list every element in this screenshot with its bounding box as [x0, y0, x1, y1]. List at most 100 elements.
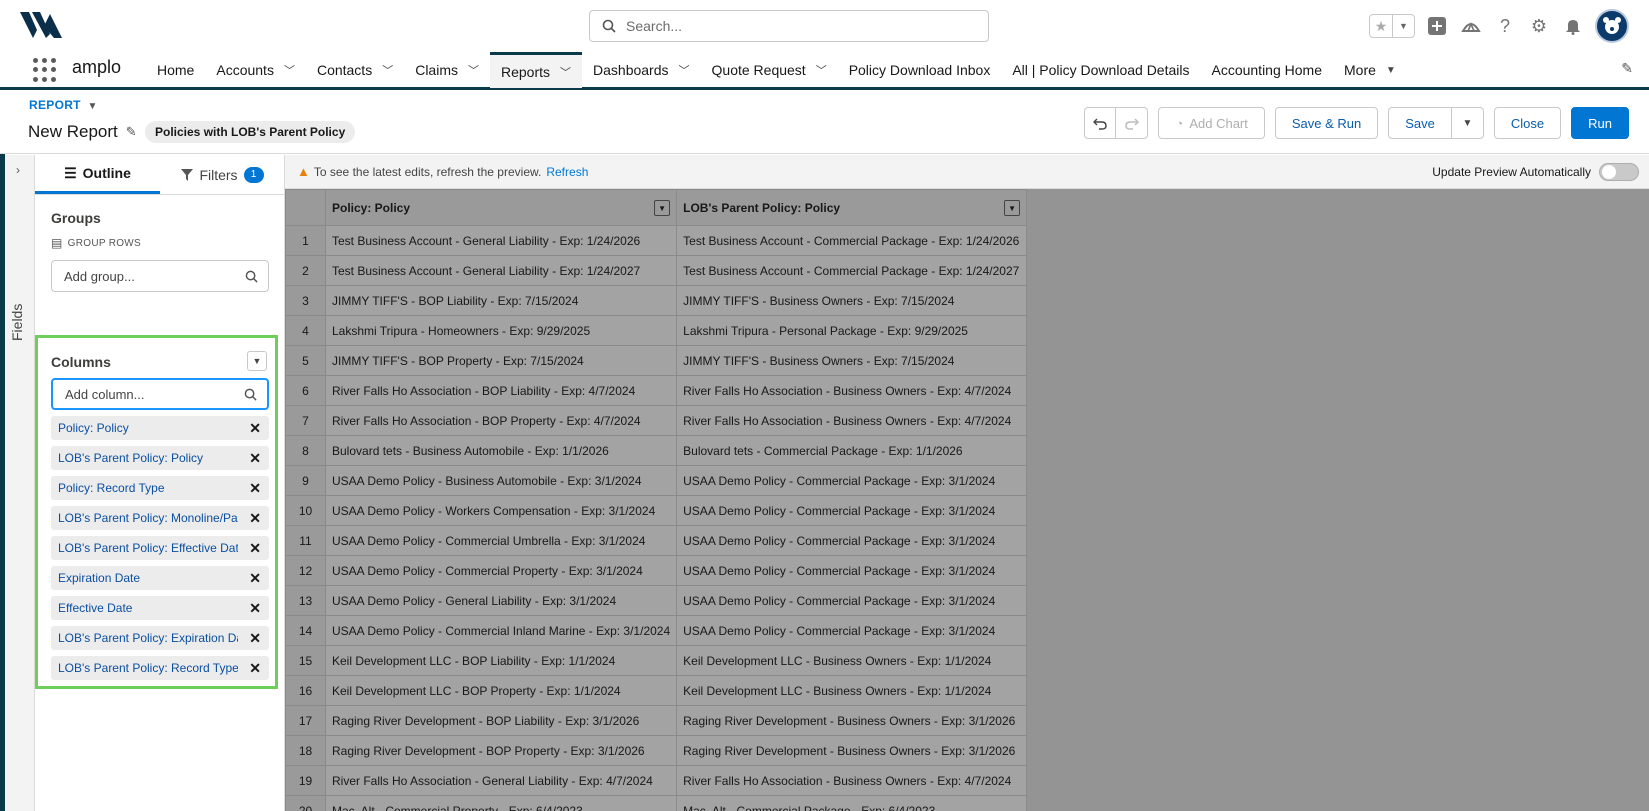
nav-item-policy-download-details[interactable]: All | Policy Download Details	[1001, 52, 1200, 88]
nav-item-claims[interactable]: Claims ﹀	[404, 52, 490, 88]
add-chart-button[interactable]: ◔ Add Chart	[1158, 107, 1265, 139]
save-menu-button[interactable]: ▼	[1451, 107, 1484, 139]
nav-item-quote-request[interactable]: Quote Request ﹀	[701, 52, 838, 88]
save-group: Save ▼	[1388, 107, 1484, 139]
favorites-menu-icon[interactable]: ▼	[1392, 15, 1414, 37]
table-body: 1 Test Business Account - General Liabili…	[285, 225, 1028, 811]
row-number: 17	[285, 705, 326, 736]
tab-outline[interactable]: ☰ Outline	[35, 155, 160, 194]
app-name: amplo	[72, 57, 122, 77]
column-pill[interactable]: Policy: Record Type ✕	[51, 476, 269, 500]
fields-rail[interactable]: › Fields	[5, 155, 35, 811]
table-cell: River Falls Ho Association - Business Ow…	[676, 765, 1028, 796]
gear-icon[interactable]: ⚙	[1527, 14, 1551, 38]
table-cell: Raging River Development - Business Owne…	[676, 705, 1028, 736]
filters-count-badge: 1	[243, 166, 264, 183]
table-row: 8 Bulovard tets - Business Automobile - E…	[285, 435, 1028, 466]
close-icon[interactable]: ✕	[249, 510, 261, 527]
fields-rail-label: Fields	[9, 303, 25, 341]
add-icon[interactable]	[1425, 14, 1449, 38]
favorites-group[interactable]: ★ ▼	[1369, 14, 1415, 38]
close-icon[interactable]: ✕	[249, 450, 261, 467]
pencil-icon[interactable]: ✎	[126, 124, 137, 140]
pencil-icon[interactable]: ✎	[1621, 60, 1633, 77]
chevron-down-icon[interactable]: ﹀	[382, 62, 393, 78]
nav-item-accounts[interactable]: Accounts ﹀	[205, 52, 306, 88]
caret-down-icon[interactable]: ▼	[1386, 65, 1396, 76]
report-eyebrow[interactable]: REPORT ▼	[29, 98, 98, 112]
table-cell: USAA Demo Policy - Commercial Package - …	[676, 615, 1028, 646]
close-icon[interactable]: ✕	[249, 630, 261, 647]
global-search-input[interactable]: Search...	[589, 10, 989, 42]
column-pill[interactable]: Expiration Date ✕	[51, 566, 269, 590]
table-cell: River Falls Ho Association - Business Ow…	[676, 405, 1028, 436]
help-icon[interactable]: ?	[1493, 14, 1517, 38]
chevron-down-icon[interactable]: ﹀	[816, 62, 827, 78]
chevron-down-icon[interactable]: ﹀	[679, 62, 690, 78]
nav-item-label: Claims	[415, 62, 458, 78]
close-icon[interactable]: ✕	[249, 570, 261, 587]
close-icon[interactable]: ✕	[249, 600, 261, 617]
column-header[interactable]: LOB's Parent Policy: Policy ▼	[676, 189, 1028, 226]
save-button[interactable]: Save	[1388, 107, 1452, 139]
nav-items: Home Accounts ﹀ Contacts ﹀ Claims ﹀ Reports…	[146, 52, 1407, 88]
column-pill[interactable]: LOB's Parent Policy: Monoline/Package ✕	[51, 506, 269, 530]
app-launcher-icon[interactable]	[33, 58, 57, 82]
nav-item-accounting-home[interactable]: Accounting Home	[1200, 52, 1333, 88]
bell-icon[interactable]	[1561, 14, 1585, 38]
chevron-down-icon[interactable]: ﹀	[560, 64, 571, 80]
nav-item-policy-download-inbox[interactable]: Policy Download Inbox	[838, 52, 1002, 88]
column-header[interactable]: Policy: Policy ▼	[324, 189, 678, 226]
column-pill[interactable]: LOB's Parent Policy: Policy ✕	[51, 446, 269, 470]
table-cell: Lakshmi Tripura - Homeowners - Exp: 9/29…	[324, 315, 678, 346]
table-row: 2 Test Business Account - General Liabili…	[285, 255, 1028, 286]
chevron-right-icon[interactable]: ›	[16, 163, 20, 177]
tab-filters[interactable]: Filters 1	[160, 155, 285, 194]
row-number: 15	[285, 645, 326, 676]
run-button[interactable]: Run	[1571, 107, 1629, 139]
table-cell: USAA Demo Policy - Commercial Property -…	[324, 555, 678, 586]
auto-update-toggle[interactable]	[1599, 163, 1639, 181]
column-pill[interactable]: LOB's Parent Policy: Effective Date ✕	[51, 536, 269, 560]
close-icon[interactable]: ✕	[249, 420, 261, 437]
nav-item-contacts[interactable]: Contacts ﹀	[306, 52, 404, 88]
column-pill[interactable]: Policy: Policy ✕	[51, 416, 269, 440]
nav-item-home[interactable]: Home	[146, 52, 205, 88]
trailhead-icon[interactable]	[1459, 14, 1483, 38]
column-pill[interactable]: Effective Date ✕	[51, 596, 269, 620]
row-number: 7	[285, 405, 326, 436]
nav-item-more[interactable]: More ▼	[1333, 52, 1407, 88]
avatar[interactable]	[1595, 9, 1629, 43]
report-title-text: New Report	[28, 122, 118, 141]
close-icon[interactable]: ✕	[249, 540, 261, 557]
logo-icon[interactable]	[20, 10, 62, 40]
row-number: 6	[285, 375, 326, 406]
table-row: 12 USAA Demo Policy - Commercial Property…	[285, 555, 1028, 586]
caret-down-icon[interactable]: ▼	[1004, 200, 1021, 216]
row-number: 14	[285, 615, 326, 646]
redo-button[interactable]	[1116, 107, 1149, 139]
nav-item-dashboards[interactable]: Dashboards ﹀	[582, 52, 701, 88]
undo-button[interactable]	[1084, 107, 1117, 139]
row-number: 11	[285, 525, 326, 556]
column-pill[interactable]: LOB's Parent Policy: Expiration Date ✕	[51, 626, 269, 650]
nav-item-label: Home	[157, 62, 195, 78]
add-column-input[interactable]: Add column...	[51, 378, 269, 410]
chevron-down-icon[interactable]: ﹀	[468, 62, 479, 78]
close-icon[interactable]: ✕	[249, 480, 261, 497]
row-number: 20	[285, 795, 326, 811]
row-number-header	[285, 189, 326, 226]
star-icon[interactable]: ★	[1370, 15, 1392, 37]
caret-down-icon[interactable]: ▼	[654, 200, 671, 216]
caret-down-icon[interactable]: ▼	[87, 101, 97, 112]
close-icon[interactable]: ✕	[249, 660, 261, 677]
nav-item-reports[interactable]: Reports ﹀	[489, 52, 583, 88]
table-cell: Lakshmi Tripura - Personal Package - Exp…	[676, 315, 1028, 346]
column-pill[interactable]: LOB's Parent Policy: Record Type ✕	[51, 656, 269, 680]
chevron-down-icon[interactable]: ﹀	[284, 62, 295, 78]
close-button[interactable]: Close	[1493, 107, 1562, 139]
columns-menu-button[interactable]: ▼	[247, 351, 267, 371]
add-group-input[interactable]: Add group...	[51, 260, 269, 292]
save-and-run-button[interactable]: Save & Run	[1274, 107, 1379, 139]
refresh-link[interactable]: Refresh	[546, 165, 588, 179]
